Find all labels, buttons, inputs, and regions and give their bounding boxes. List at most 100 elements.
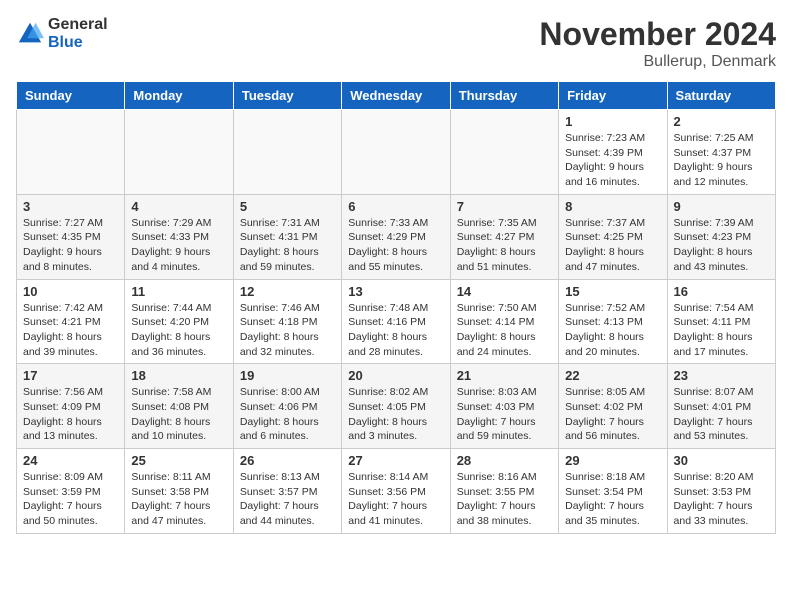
weekday-friday: Friday: [559, 82, 667, 110]
calendar-cell: 3 Sunrise: 7:27 AMSunset: 4:35 PMDaylight…: [17, 194, 125, 279]
day-number: 20: [348, 368, 443, 383]
day-info: Sunrise: 8:09 AMSunset: 3:59 PMDaylight:…: [23, 470, 118, 529]
calendar-cell: 12Sunrise: 7:46 AMSunset: 4:18 PMDayligh…: [233, 279, 341, 364]
day-info: Sunrise: 8:02 AMSunset: 4:05 PMDaylight:…: [348, 385, 443, 444]
day-number: 25: [131, 453, 226, 468]
day-number: 27: [348, 453, 443, 468]
day-info: Sunrise: 7:42 AMSunset: 4:21 PMDaylight:…: [23, 301, 118, 360]
calendar-week-1: 1 Sunrise: 7:23 AMSunset: 4:39 PMDaylight…: [17, 110, 776, 195]
day-number: 17: [23, 368, 118, 383]
calendar-cell: 10Sunrise: 7:42 AMSunset: 4:21 PMDayligh…: [17, 279, 125, 364]
day-info: Sunrise: 8:20 AMSunset: 3:53 PMDaylight:…: [674, 470, 769, 529]
logo-general-text: General: [48, 16, 108, 34]
day-info: Sunrise: 8:14 AMSunset: 3:56 PMDaylight:…: [348, 470, 443, 529]
day-number: 28: [457, 453, 552, 468]
day-number: 11: [131, 284, 226, 299]
calendar-cell: [17, 110, 125, 195]
day-info: Sunrise: 7:58 AMSunset: 4:08 PMDaylight:…: [131, 385, 226, 444]
page-header: General Blue November 2024 Bullerup, Den…: [16, 16, 776, 71]
logo-icon: [16, 20, 44, 48]
day-info: Sunrise: 7:52 AMSunset: 4:13 PMDaylight:…: [565, 301, 660, 360]
calendar-cell: [233, 110, 341, 195]
logo-text: General Blue: [48, 16, 108, 51]
day-info: Sunrise: 7:54 AMSunset: 4:11 PMDaylight:…: [674, 301, 769, 360]
day-info: Sunrise: 7:37 AMSunset: 4:25 PMDaylight:…: [565, 216, 660, 275]
day-info: Sunrise: 8:13 AMSunset: 3:57 PMDaylight:…: [240, 470, 335, 529]
calendar-cell: 7 Sunrise: 7:35 AMSunset: 4:27 PMDaylight…: [450, 194, 558, 279]
day-number: 23: [674, 368, 769, 383]
calendar-cell: 25 Sunrise: 8:11 AMSunset: 3:58 PMDayligh…: [125, 449, 233, 534]
day-info: Sunrise: 7:31 AMSunset: 4:31 PMDaylight:…: [240, 216, 335, 275]
calendar-body: 1 Sunrise: 7:23 AMSunset: 4:39 PMDaylight…: [17, 110, 776, 534]
day-info: Sunrise: 8:16 AMSunset: 3:55 PMDaylight:…: [457, 470, 552, 529]
day-number: 16: [674, 284, 769, 299]
day-info: Sunrise: 8:11 AMSunset: 3:58 PMDaylight:…: [131, 470, 226, 529]
weekday-monday: Monday: [125, 82, 233, 110]
calendar-table: SundayMondayTuesdayWednesdayThursdayFrid…: [16, 81, 776, 534]
weekday-thursday: Thursday: [450, 82, 558, 110]
calendar-week-4: 17 Sunrise: 7:56 AMSunset: 4:09 PMDayligh…: [17, 364, 776, 449]
calendar-cell: 30 Sunrise: 8:20 AMSunset: 3:53 PMDayligh…: [667, 449, 775, 534]
day-number: 13: [348, 284, 443, 299]
calendar-cell: 5Sunrise: 7:31 AMSunset: 4:31 PMDaylight…: [233, 194, 341, 279]
day-number: 30: [674, 453, 769, 468]
day-number: 1: [565, 114, 660, 129]
day-number: 24: [23, 453, 118, 468]
day-number: 18: [131, 368, 226, 383]
calendar-cell: 15 Sunrise: 7:52 AMSunset: 4:13 PMDayligh…: [559, 279, 667, 364]
calendar-cell: 1 Sunrise: 7:23 AMSunset: 4:39 PMDaylight…: [559, 110, 667, 195]
day-number: 21: [457, 368, 552, 383]
calendar-cell: 2Sunrise: 7:25 AMSunset: 4:37 PMDaylight…: [667, 110, 775, 195]
calendar-cell: 22 Sunrise: 8:05 AMSunset: 4:02 PMDayligh…: [559, 364, 667, 449]
day-info: Sunrise: 8:00 AMSunset: 4:06 PMDaylight:…: [240, 385, 335, 444]
day-number: 2: [674, 114, 769, 129]
day-info: Sunrise: 7:46 AMSunset: 4:18 PMDaylight:…: [240, 301, 335, 360]
calendar-cell: [450, 110, 558, 195]
calendar-cell: 27 Sunrise: 8:14 AMSunset: 3:56 PMDayligh…: [342, 449, 450, 534]
calendar-cell: 26Sunrise: 8:13 AMSunset: 3:57 PMDayligh…: [233, 449, 341, 534]
calendar-cell: 14 Sunrise: 7:50 AMSunset: 4:14 PMDayligh…: [450, 279, 558, 364]
day-number: 29: [565, 453, 660, 468]
day-number: 9: [674, 199, 769, 214]
day-info: Sunrise: 7:56 AMSunset: 4:09 PMDaylight:…: [23, 385, 118, 444]
calendar-cell: 20 Sunrise: 8:02 AMSunset: 4:05 PMDayligh…: [342, 364, 450, 449]
calendar-cell: 16 Sunrise: 7:54 AMSunset: 4:11 PMDayligh…: [667, 279, 775, 364]
calendar-week-5: 24 Sunrise: 8:09 AMSunset: 3:59 PMDayligh…: [17, 449, 776, 534]
day-info: Sunrise: 7:29 AMSunset: 4:33 PMDaylight:…: [131, 216, 226, 275]
logo-blue-text: Blue: [48, 34, 108, 52]
day-info: Sunrise: 7:50 AMSunset: 4:14 PMDaylight:…: [457, 301, 552, 360]
weekday-wednesday: Wednesday: [342, 82, 450, 110]
weekday-sunday: Sunday: [17, 82, 125, 110]
month-title: November 2024: [539, 16, 776, 53]
day-info: Sunrise: 7:27 AMSunset: 4:35 PMDaylight:…: [23, 216, 118, 275]
day-info: Sunrise: 7:35 AMSunset: 4:27 PMDaylight:…: [457, 216, 552, 275]
day-info: Sunrise: 8:07 AMSunset: 4:01 PMDaylight:…: [674, 385, 769, 444]
weekday-saturday: Saturday: [667, 82, 775, 110]
calendar-week-3: 10Sunrise: 7:42 AMSunset: 4:21 PMDayligh…: [17, 279, 776, 364]
day-number: 7: [457, 199, 552, 214]
day-info: Sunrise: 7:44 AMSunset: 4:20 PMDaylight:…: [131, 301, 226, 360]
calendar-cell: 24 Sunrise: 8:09 AMSunset: 3:59 PMDayligh…: [17, 449, 125, 534]
title-block: November 2024 Bullerup, Denmark: [539, 16, 776, 71]
day-number: 19: [240, 368, 335, 383]
calendar-cell: 18 Sunrise: 7:58 AMSunset: 4:08 PMDayligh…: [125, 364, 233, 449]
day-number: 14: [457, 284, 552, 299]
calendar-cell: 21Sunrise: 8:03 AMSunset: 4:03 PMDayligh…: [450, 364, 558, 449]
day-number: 6: [348, 199, 443, 214]
weekday-tuesday: Tuesday: [233, 82, 341, 110]
calendar-cell: 28 Sunrise: 8:16 AMSunset: 3:55 PMDayligh…: [450, 449, 558, 534]
calendar-cell: [342, 110, 450, 195]
day-info: Sunrise: 8:18 AMSunset: 3:54 PMDaylight:…: [565, 470, 660, 529]
day-number: 22: [565, 368, 660, 383]
day-info: Sunrise: 7:33 AMSunset: 4:29 PMDaylight:…: [348, 216, 443, 275]
calendar-cell: [125, 110, 233, 195]
weekday-header-row: SundayMondayTuesdayWednesdayThursdayFrid…: [17, 82, 776, 110]
day-number: 3: [23, 199, 118, 214]
day-number: 15: [565, 284, 660, 299]
day-info: Sunrise: 7:23 AMSunset: 4:39 PMDaylight:…: [565, 131, 660, 190]
calendar-cell: 29 Sunrise: 8:18 AMSunset: 3:54 PMDayligh…: [559, 449, 667, 534]
calendar-cell: 8Sunrise: 7:37 AMSunset: 4:25 PMDaylight…: [559, 194, 667, 279]
calendar-cell: 6 Sunrise: 7:33 AMSunset: 4:29 PMDaylight…: [342, 194, 450, 279]
calendar-cell: 23 Sunrise: 8:07 AMSunset: 4:01 PMDayligh…: [667, 364, 775, 449]
day-info: Sunrise: 8:05 AMSunset: 4:02 PMDaylight:…: [565, 385, 660, 444]
